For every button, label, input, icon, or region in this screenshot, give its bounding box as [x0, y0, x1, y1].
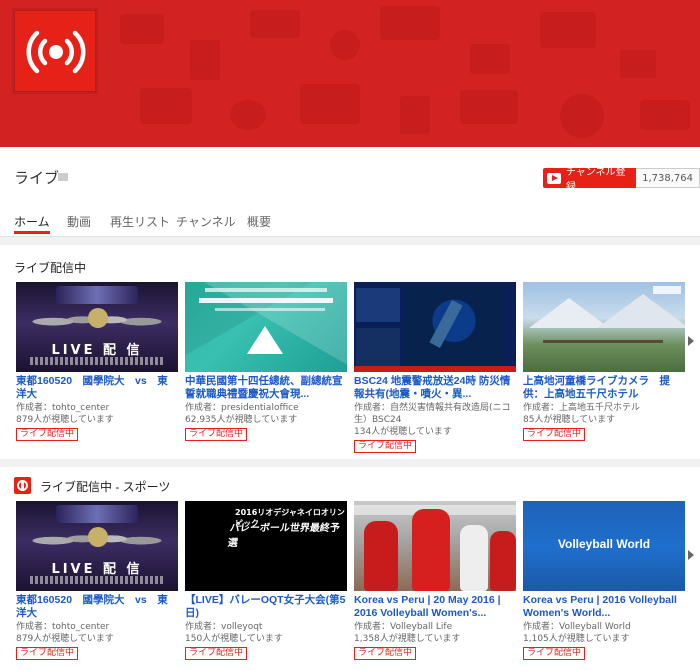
tab-about[interactable]: 概要 — [247, 213, 271, 230]
video-thumbnail[interactable]: Volleyball World — [523, 501, 685, 591]
video-title[interactable]: 上高地河童橋ライブカメラ 提供：上高地五千尺ホテル — [523, 375, 685, 401]
subscriber-count: 1,738,764 — [636, 168, 700, 188]
video-author[interactable]: 作成者：Volleyball Life — [354, 621, 516, 633]
subscribe-group: チャンネル登録 1,738,764 — [543, 167, 700, 193]
tab-home[interactable]: ホーム — [14, 213, 50, 230]
section-title[interactable]: ライブ配信中 - スポーツ — [40, 478, 170, 495]
banner-pattern — [0, 0, 700, 147]
music-note-icon — [58, 173, 68, 181]
video-title[interactable]: BSC24 地震警戒放送24時 防災情報共有(地震・噴火・異... — [354, 375, 516, 401]
video-card[interactable]: 上高地河童橋ライブカメラ 提供：上高地五千尺ホテル 作成者：上高地五千尺ホテル … — [523, 282, 685, 441]
channel-banner — [0, 0, 700, 147]
thumb-text: LIVE 配 信 — [51, 343, 143, 358]
subscribe-label: チャンネル登録 — [565, 167, 626, 193]
section-live-sports: ライブ配信中 - スポーツ LIVE 配 信 東都160520 國學院大 vs … — [0, 467, 700, 670]
youtube-play-icon — [547, 172, 561, 184]
video-title[interactable]: 東都160520 國學院大 vs 東洋大 — [16, 375, 178, 401]
video-title[interactable]: 【LIVE】バレーOQT女子大会(第5日) — [185, 594, 347, 620]
live-badge: ライブ配信中 — [354, 440, 417, 453]
tab-videos[interactable]: 動画 — [67, 213, 91, 230]
thumb-text: Volleyball World — [557, 537, 651, 551]
live-badge: ライブ配信中 — [523, 647, 586, 660]
thumb-text: バレーボール世界最終予選 — [226, 523, 341, 549]
viewer-count: 150人が視聴しています — [185, 634, 283, 644]
live-badge: ライブ配信中 — [185, 647, 248, 660]
sports-icon — [14, 477, 31, 494]
viewer-count: 1,358人が視聴しています — [354, 634, 461, 644]
viewer-count: 62,935人が視聴しています — [185, 415, 298, 425]
video-title[interactable]: 東都160520 國學院大 vs 東洋大 — [16, 594, 178, 620]
viewer-count: 85人が視聴しています — [523, 415, 616, 425]
video-thumbnail[interactable]: 2016リオデジャネイロオリンピック バレーボール世界最終予選 — [185, 501, 347, 591]
video-title[interactable]: Korea vs Peru | 2016 Volleyball Women's … — [523, 594, 685, 620]
live-badge: ライブ配信中 — [16, 428, 79, 441]
video-title[interactable]: Korea vs Peru | 20 May 2016 | 2016 Volle… — [354, 594, 516, 620]
active-tab-indicator — [14, 231, 50, 234]
thumb-text: LIVE 配 信 — [51, 562, 143, 577]
live-badge: ライブ配信中 — [185, 428, 248, 441]
channel-tabs: ホーム 動画 再生リスト チャンネル 概要 — [0, 213, 700, 237]
tab-playlists[interactable]: 再生リスト — [110, 213, 170, 230]
next-arrow-icon[interactable] — [684, 547, 698, 563]
video-title[interactable]: 中華民國第十四任總統、副總統宣誓就職典禮暨慶祝大會現... — [185, 375, 347, 401]
video-author[interactable]: 作成者：自然災害情報共有改造局(ニコ生）BSC24 — [354, 402, 516, 426]
video-thumbnail[interactable]: LIVE 配 信 — [16, 501, 178, 591]
video-thumbnail[interactable] — [185, 282, 347, 372]
video-author[interactable]: 作成者：presidentialoffice — [185, 402, 347, 414]
viewer-count: 134人が視聴しています — [354, 427, 452, 437]
video-author[interactable]: 作成者：Volleyball World — [523, 621, 685, 633]
video-card[interactable]: 2016リオデジャネイロオリンピック バレーボール世界最終予選 【LIVE】バレ… — [185, 501, 347, 660]
video-author[interactable]: 作成者：tohto_center — [16, 621, 178, 633]
viewer-count: 879人が視聴しています — [16, 415, 114, 425]
live-badge: ライブ配信中 — [16, 647, 79, 660]
channel-title[interactable]: ライブ — [14, 167, 59, 188]
section-live-now: ライブ配信中 LIVE 配 信 東都160520 國學院大 vs 東洋大 作成者… — [0, 245, 700, 459]
live-badge: ライブ配信中 — [354, 647, 417, 660]
video-author[interactable]: 作成者：tohto_center — [16, 402, 178, 414]
video-card[interactable]: Volleyball World Korea vs Peru | 2016 Vo… — [523, 501, 685, 660]
video-thumbnail[interactable]: LIVE 配 信 — [16, 282, 178, 372]
video-thumbnail[interactable] — [354, 282, 516, 372]
video-card[interactable]: LIVE 配 信 東都160520 國學院大 vs 東洋大 作成者：tohto_… — [16, 282, 178, 441]
live-badge: ライブ配信中 — [523, 428, 586, 441]
next-arrow-icon[interactable] — [684, 333, 698, 349]
video-thumbnail[interactable] — [354, 501, 516, 591]
viewer-count: 879人が視聴しています — [16, 634, 114, 644]
tab-channels[interactable]: チャンネル — [176, 213, 236, 230]
live-broadcast-icon — [26, 30, 86, 74]
viewer-count: 1,105人が視聴しています — [523, 634, 630, 644]
video-author[interactable]: 作成者：volleyoqt — [185, 621, 347, 633]
video-card[interactable]: BSC24 地震警戒放送24時 防災情報共有(地震・噴火・異... 作成者：自然… — [354, 282, 516, 453]
video-author[interactable]: 作成者：上高地五千尺ホテル — [523, 402, 685, 414]
video-thumbnail[interactable] — [523, 282, 685, 372]
video-card[interactable]: LIVE 配 信 東都160520 國學院大 vs 東洋大 作成者：tohto_… — [16, 501, 178, 660]
video-card[interactable]: 中華民國第十四任總統、副總統宣誓就職典禮暨慶祝大會現... 作成者：presid… — [185, 282, 347, 441]
video-card[interactable]: Korea vs Peru | 20 May 2016 | 2016 Volle… — [354, 501, 516, 660]
subscribe-button[interactable]: チャンネル登録 — [543, 167, 637, 193]
section-title[interactable]: ライブ配信中 — [14, 259, 86, 276]
channel-logo[interactable] — [14, 10, 96, 92]
